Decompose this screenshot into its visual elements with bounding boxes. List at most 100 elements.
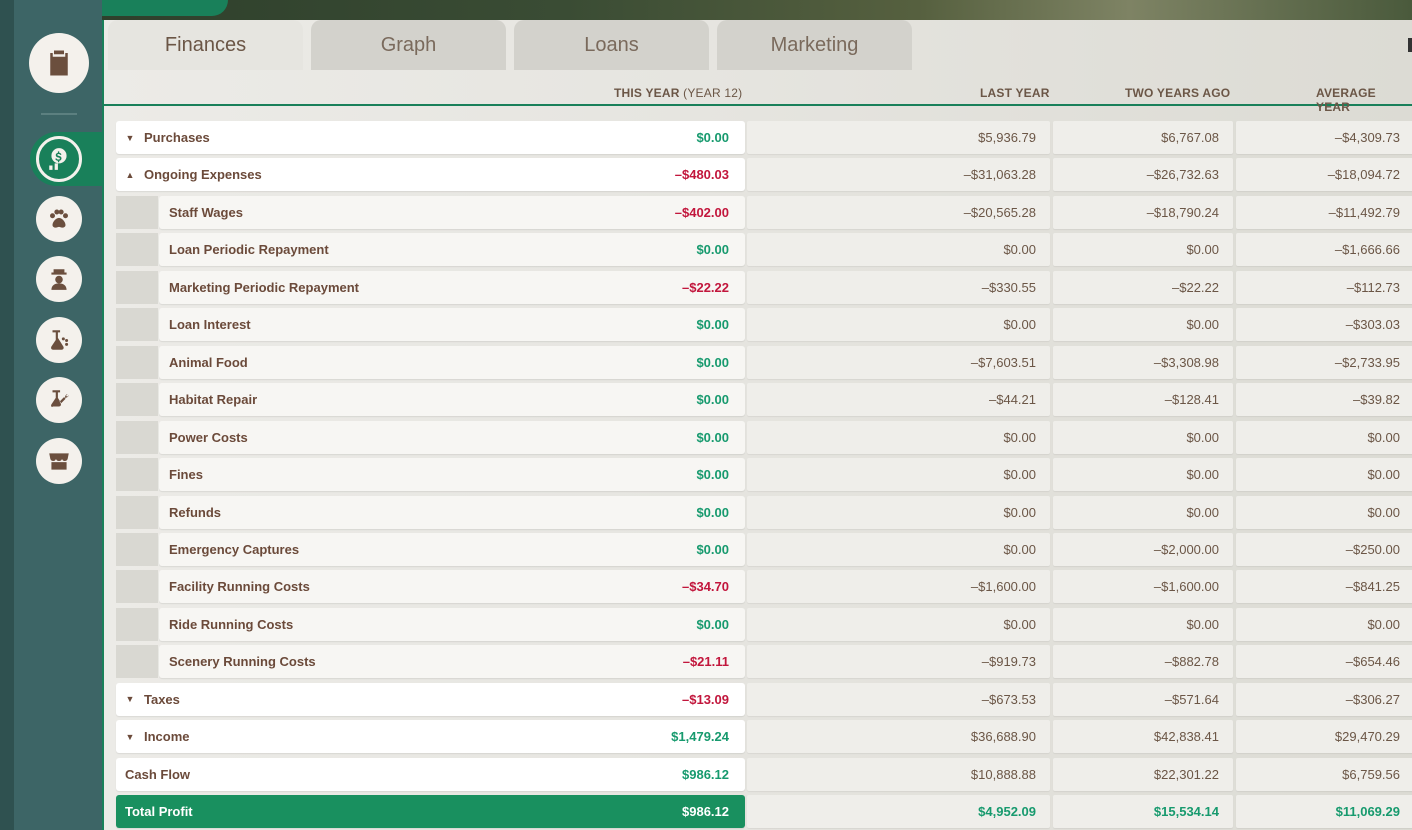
close-icon[interactable] [1408, 38, 1412, 52]
expand-caret-icon[interactable]: ▼ [116, 133, 144, 143]
clipboard-button[interactable] [29, 33, 89, 93]
row-main-cell: Marketing Periodic Repayment –$22.22 [159, 270, 745, 304]
cell-average-year: $0.00 [1236, 420, 1412, 454]
row-main-cell: Staff Wages –$402.00 [159, 195, 745, 229]
cell-average-year: –$4,309.73 [1236, 121, 1412, 154]
row-this-year-value: –$21.11 [682, 654, 729, 670]
cell-two-years-ago: –$18,790.24 [1053, 195, 1233, 229]
tab-graph[interactable]: Graph [311, 20, 506, 70]
row-this-year-value: $0.00 [696, 130, 729, 145]
row-indent [116, 570, 158, 604]
table-row[interactable]: ▼ Purchases $0.00 $5,936.79 $6,767.08 –$4,309… [104, 121, 1412, 154]
row-label: Purchases [144, 130, 210, 145]
clipboard-icon [50, 50, 68, 76]
row-this-year-value: $0.00 [696, 504, 729, 520]
cell-last-year: $0.00 [747, 308, 1050, 342]
row-main-cell[interactable]: ▼ Taxes –$13.09 [116, 682, 745, 716]
maintenance-icon [51, 390, 69, 407]
cell-average-year: –$250.00 [1236, 532, 1412, 566]
cell-last-year: $10,888.88 [747, 757, 1050, 791]
tab-finances[interactable]: Finances [108, 20, 303, 70]
cell-average-year: –$2,733.95 [1236, 345, 1412, 379]
column-header-this-year-label: THIS YEAR [614, 86, 680, 100]
row-label: Power Costs [169, 429, 248, 445]
column-header-two-years-ago: TWO YEARS AGO [1125, 86, 1231, 100]
row-this-year-value: –$13.09 [682, 691, 729, 707]
finances-panel: Finances Graph Loans Marketing THIS YEAR… [102, 20, 1412, 830]
row-this-year-value: $0.00 [696, 242, 729, 258]
table-row: Fines $0.00 $0.00 $0.00 $0.00 [104, 458, 1412, 492]
cell-last-year: $0.00 [747, 420, 1050, 454]
tab-loans[interactable]: Loans [514, 20, 709, 70]
table-row[interactable]: ▼ Income $1,479.24 $36,688.90 $42,838.41 $29,… [104, 720, 1412, 754]
row-this-year-value: –$402.00 [674, 204, 729, 220]
cell-two-years-ago: $6,767.08 [1053, 121, 1233, 154]
cell-last-year: –$673.53 [747, 682, 1050, 716]
cell-two-years-ago: –$26,732.63 [1053, 158, 1233, 192]
expand-caret-icon[interactable]: ▼ [116, 694, 144, 704]
row-main-cell: Total Profit $986.12 [116, 795, 745, 829]
cell-last-year: $36,688.90 [747, 720, 1050, 754]
row-label: Income [144, 729, 190, 745]
cell-two-years-ago: –$128.41 [1053, 383, 1233, 417]
tab-marketing[interactable]: Marketing [717, 20, 912, 70]
row-indent [116, 495, 158, 529]
cell-last-year: –$919.73 [747, 645, 1050, 679]
row-label: Fines [169, 467, 203, 483]
cell-average-year: –$39.82 [1236, 383, 1412, 417]
row-indent [116, 308, 158, 342]
table-row[interactable]: ▲ Ongoing Expenses –$480.03 –$31,063.28 –$26… [104, 158, 1412, 192]
collapse-caret-icon[interactable]: ▲ [116, 170, 144, 180]
sidebar [0, 0, 102, 830]
row-main-cell: Facility Running Costs –$34.70 [159, 570, 745, 604]
shop-button[interactable] [36, 438, 82, 484]
row-label: Ongoing Expenses [144, 167, 262, 183]
row-label: Habitat Repair [169, 392, 258, 408]
table-row: Habitat Repair $0.00 –$44.21 –$128.41 –$39.8… [104, 383, 1412, 417]
table-row[interactable]: ▼ Taxes –$13.09 –$673.53 –$571.64 –$306.27 [104, 682, 1412, 716]
row-indent [116, 383, 158, 417]
row-main-cell[interactable]: ▲ Ongoing Expenses –$480.03 [116, 158, 745, 192]
finances-button[interactable] [36, 136, 82, 182]
sidebar-item-finances[interactable] [30, 132, 102, 186]
cell-average-year: –$11,492.79 [1236, 195, 1412, 229]
cell-average-year: $0.00 [1236, 607, 1412, 641]
row-label: Loan Interest [169, 317, 251, 333]
row-label: Ride Running Costs [169, 616, 294, 632]
animal-care-button[interactable] [36, 317, 82, 363]
row-main-cell: Loan Interest $0.00 [159, 308, 745, 342]
row-main-cell: Habitat Repair $0.00 [159, 383, 745, 417]
row-this-year-value: $0.00 [696, 467, 729, 483]
row-main-cell: Refunds $0.00 [159, 495, 745, 529]
cell-two-years-ago: $0.00 [1053, 233, 1233, 267]
row-label: Staff Wages [169, 204, 243, 220]
cell-last-year: $0.00 [747, 532, 1050, 566]
finances-icon [49, 148, 67, 170]
cell-average-year: –$112.73 [1236, 270, 1412, 304]
row-label: Taxes [144, 691, 180, 707]
cell-average-year: –$18,094.72 [1236, 158, 1412, 192]
row-main-cell: Scenery Running Costs –$21.11 [159, 645, 745, 679]
row-label: Facility Running Costs [169, 579, 310, 595]
cell-two-years-ago: $0.00 [1053, 458, 1233, 492]
cell-two-years-ago: –$22.22 [1053, 270, 1233, 304]
row-main-cell[interactable]: ▼ Income $1,479.24 [116, 720, 745, 754]
row-main-cell[interactable]: ▼ Purchases $0.00 [116, 121, 745, 154]
cell-average-year: $0.00 [1236, 495, 1412, 529]
expand-caret-icon[interactable]: ▼ [116, 732, 144, 742]
cell-last-year: –$44.21 [747, 383, 1050, 417]
row-this-year-value: $0.00 [696, 392, 729, 408]
cell-two-years-ago: $0.00 [1053, 308, 1233, 342]
cell-two-years-ago: $42,838.41 [1053, 720, 1233, 754]
maintenance-button[interactable] [36, 377, 82, 423]
row-label: Marketing Periodic Repayment [169, 279, 359, 295]
table-row: Refunds $0.00 $0.00 $0.00 $0.00 [104, 495, 1412, 529]
cell-two-years-ago: $15,534.14 [1053, 795, 1233, 829]
staff-button[interactable] [36, 256, 82, 302]
cell-average-year: $11,069.29 [1236, 795, 1412, 829]
animals-button[interactable] [36, 196, 82, 242]
staff-icon [51, 269, 67, 290]
cell-last-year: –$31,063.28 [747, 158, 1050, 192]
cell-last-year: $0.00 [747, 495, 1050, 529]
cell-two-years-ago: –$3,308.98 [1053, 345, 1233, 379]
